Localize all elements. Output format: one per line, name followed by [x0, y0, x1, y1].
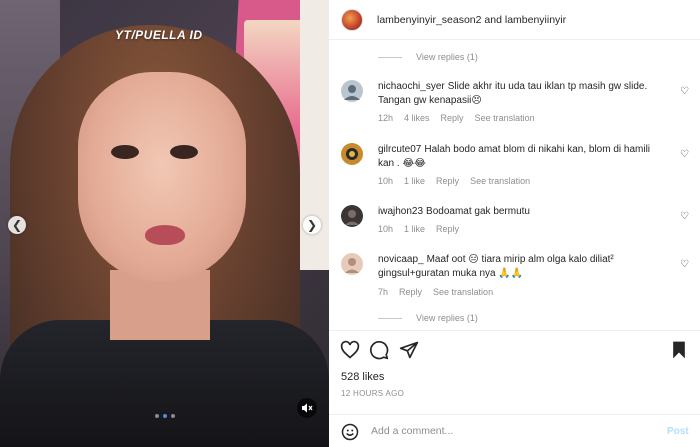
person-face — [78, 72, 246, 282]
add-comment-bar: Post — [329, 414, 700, 447]
heart-icon[interactable]: ♡ — [680, 259, 689, 270]
person-mouth — [145, 225, 185, 245]
comment-likes[interactable]: 1 like — [404, 176, 425, 186]
likes-count[interactable]: 528 likes — [341, 371, 384, 383]
comment-time[interactable]: 10h — [378, 176, 393, 186]
post-time[interactable]: 12 HOURS AGO — [341, 389, 404, 398]
post-header: lambenyinyir_season2 and lambenyiinyir — [329, 0, 700, 40]
see-translation-button[interactable]: See translation — [475, 113, 535, 123]
post-button[interactable]: Post — [667, 426, 689, 437]
comment-body: iwajhon23 Bodoamat gak bermutu — [378, 205, 668, 219]
person-eye-right — [170, 145, 198, 159]
comment-meta: 10h 1 like Reply See translation — [378, 176, 530, 186]
avatar[interactable] — [341, 80, 363, 102]
view-replies-button[interactable]: View replies (1) — [378, 313, 478, 323]
avatar[interactable] — [341, 143, 363, 165]
post-media[interactable]: YT/PUELLA ID ❮ ❯ — [0, 0, 329, 447]
view-replies-button[interactable]: View replies (1) — [378, 52, 478, 62]
see-translation-button[interactable]: See translation — [470, 176, 530, 186]
chevron-left-icon[interactable]: ❮ — [8, 216, 26, 234]
person-eye-left — [111, 145, 139, 159]
comment-time[interactable]: 10h — [378, 224, 393, 234]
post-panel: lambenyinyir_season2 and lambenyiinyir V… — [329, 0, 700, 447]
avatar[interactable] — [341, 205, 363, 227]
carousel-dot — [155, 414, 159, 418]
heart-icon[interactable] — [340, 340, 360, 360]
actions-divider — [329, 330, 700, 331]
comment-likes[interactable]: 1 like — [404, 224, 425, 234]
chevron-right-icon[interactable]: ❯ — [303, 216, 321, 234]
heart-icon[interactable]: ♡ — [680, 211, 689, 222]
reply-button[interactable]: Reply — [441, 113, 464, 123]
avatar[interactable] — [341, 9, 363, 31]
author-and: and — [484, 14, 502, 26]
smiley-icon[interactable] — [341, 423, 359, 441]
reply-button[interactable]: Reply — [399, 287, 422, 297]
avatar[interactable] — [341, 253, 363, 275]
view-replies-label: View replies (1) — [416, 313, 478, 323]
divider — [378, 317, 402, 319]
comment-body: novicaap_ Maaf oot 😑 tiara mirip alm olga… — [378, 253, 668, 281]
see-translation-button[interactable]: See translation — [433, 287, 493, 297]
comment-username[interactable]: novicaap_ — [378, 254, 424, 265]
comment-icon[interactable] — [369, 340, 389, 360]
paper-plane-icon[interactable] — [399, 340, 419, 360]
bookmark-icon[interactable] — [669, 340, 689, 360]
comment-meta: 12h 4 likes Reply See translation — [378, 113, 535, 123]
view-replies-label: View replies (1) — [416, 52, 478, 62]
comment-username[interactable]: gilrcute07 — [378, 144, 421, 155]
comment-time[interactable]: 7h — [378, 287, 388, 297]
speaker-muted-icon[interactable] — [297, 398, 317, 418]
coauthor-username[interactable]: lambenyiinyir — [505, 14, 566, 26]
author-username[interactable]: lambenyinyir_season2 — [377, 14, 481, 26]
comment-body: gilrcute07 Halah bodo amat blom di nikahi… — [378, 143, 668, 171]
heart-icon[interactable]: ♡ — [680, 149, 689, 160]
comment-body: nichaochi_syer Slide akhr itu uda tau ikl… — [378, 80, 668, 108]
comment-input[interactable] — [371, 425, 651, 437]
comment-likes[interactable]: 4 likes — [404, 113, 430, 123]
reply-button[interactable]: Reply — [436, 176, 459, 186]
comment-time[interactable]: 12h — [378, 113, 393, 123]
comment-username[interactable]: nichaochi_syer — [378, 81, 445, 92]
comment-meta: 10h 1 like Reply — [378, 224, 459, 234]
reply-button[interactable]: Reply — [436, 224, 459, 234]
post-authors: lambenyinyir_season2 and lambenyiinyir — [377, 14, 566, 26]
divider — [378, 56, 402, 58]
comment-text: Bodoamat gak bermutu — [426, 206, 530, 217]
carousel-dots — [155, 414, 175, 418]
heart-icon[interactable]: ♡ — [680, 86, 689, 97]
comment-username[interactable]: iwajhon23 — [378, 206, 423, 217]
comment-meta: 7h Reply See translation — [378, 287, 493, 297]
carousel-dot — [171, 414, 175, 418]
carousel-dot-active — [163, 414, 167, 418]
video-watermark: YT/PUELLA ID — [115, 28, 203, 42]
